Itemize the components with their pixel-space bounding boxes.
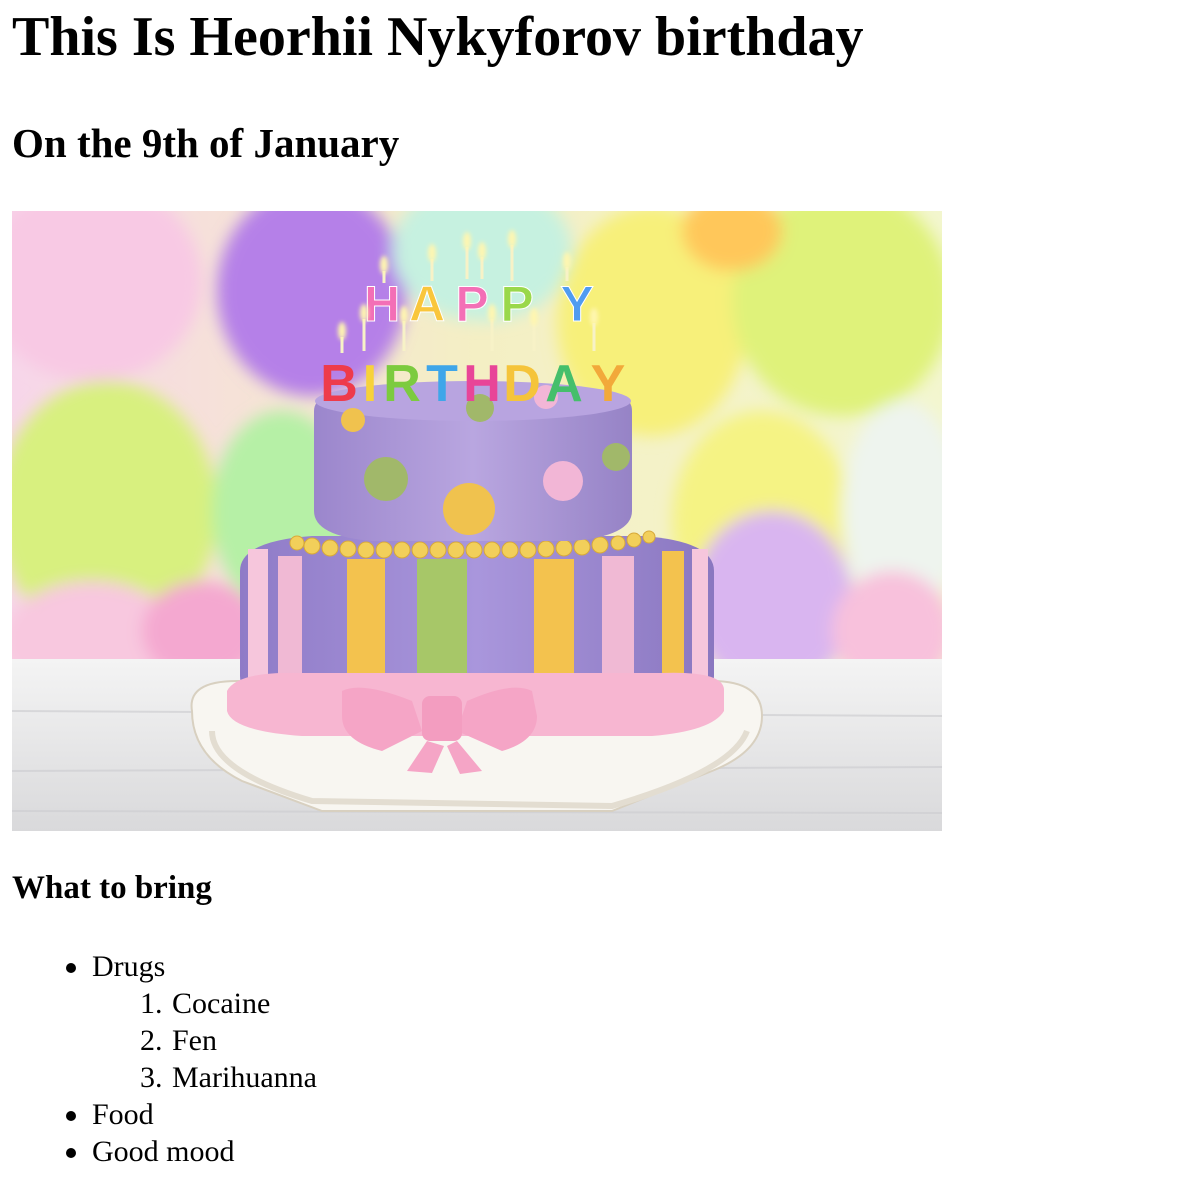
sublist-item-label: Fen — [172, 1024, 217, 1057]
bullet-icon — [66, 963, 76, 973]
svg-text:H: H — [463, 355, 501, 413]
sublist-item-label: Cocaine — [172, 987, 271, 1020]
sublist-item-number: 1. — [140, 987, 163, 1020]
list-item: Drugs 1. Cocaine 2. Fen 3. Marihuanna — [66, 948, 317, 1096]
svg-text:R: R — [383, 355, 421, 413]
svg-text:D: D — [503, 355, 541, 413]
svg-text:A: A — [545, 355, 583, 413]
sublist-item: 3. Marihuanna — [140, 1059, 317, 1096]
sublist-item: 1. Cocaine — [140, 985, 317, 1022]
sublist-item-number: 2. — [140, 1024, 163, 1057]
birthday-cake-illustration: H A P P Y B I R T H D A Y — [12, 211, 942, 831]
birthday-cake-image: H A P P Y B I R T H D A Y — [12, 211, 942, 831]
svg-text:Y: Y — [560, 276, 593, 332]
svg-text:I: I — [363, 355, 377, 413]
drugs-sublist: 1. Cocaine 2. Fen 3. Marihuanna — [92, 985, 317, 1096]
date-subtitle: On the 9th of January — [12, 120, 400, 166]
svg-text:H: H — [364, 276, 400, 332]
list-item-label: Food — [92, 1098, 154, 1131]
sublist-item: 2. Fen — [140, 1022, 317, 1059]
list-item: Food — [66, 1096, 317, 1133]
svg-text:P: P — [455, 276, 488, 332]
svg-text:P: P — [500, 276, 533, 332]
sublist-item-number: 3. — [140, 1061, 163, 1094]
page-title: This Is Heorhii Nykyforov birthday — [12, 6, 864, 68]
list-item-label: Good mood — [92, 1135, 235, 1168]
bring-list: Drugs 1. Cocaine 2. Fen 3. Marihuanna Fo… — [12, 948, 317, 1170]
sublist-item-label: Marihuanna — [172, 1061, 317, 1094]
bullet-icon — [66, 1148, 76, 1158]
svg-text:T: T — [426, 355, 458, 413]
svg-text:B: B — [320, 355, 358, 413]
svg-text:Y: Y — [591, 355, 626, 413]
list-item: Good mood — [66, 1133, 317, 1170]
what-to-bring-heading: What to bring — [12, 870, 212, 906]
bullet-icon — [66, 1111, 76, 1121]
candle-letters-birthday: B I R T H D A Y — [320, 355, 625, 413]
list-item-label: Drugs — [92, 950, 166, 983]
svg-text:A: A — [409, 276, 445, 332]
